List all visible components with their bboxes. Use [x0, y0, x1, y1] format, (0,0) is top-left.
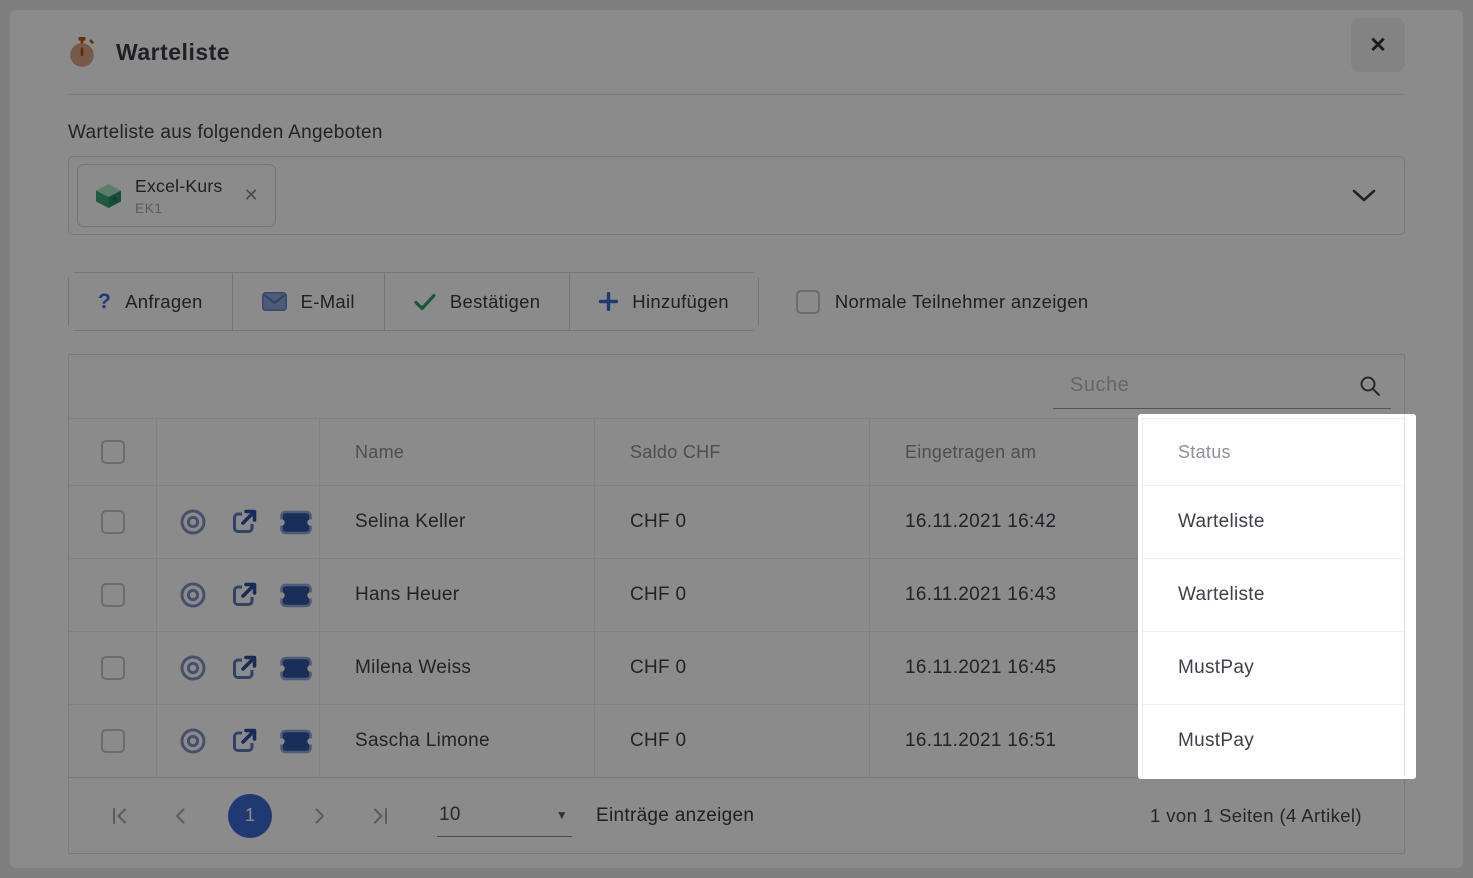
target-icon[interactable]	[178, 507, 208, 537]
search-icon[interactable]	[1359, 375, 1381, 397]
column-header-saldo: Saldo CHF	[594, 419, 869, 485]
envelope-icon	[262, 292, 287, 311]
dialog-title: Warteliste	[116, 39, 230, 66]
page-size-select[interactable]: 10 ▼	[437, 795, 572, 837]
row-checkbox[interactable]	[101, 656, 125, 680]
waitlist-table: Name Saldo CHF Eingetragen am Status Sel…	[68, 354, 1405, 854]
checkbox-box[interactable]	[796, 290, 820, 314]
cell-entered: 16.11.2021 16:51	[869, 705, 1142, 777]
target-icon[interactable]	[178, 580, 208, 610]
search-row	[69, 355, 1404, 418]
ticket-icon[interactable]	[280, 656, 312, 681]
pagination-summary: 1 von 1 Seiten (4 Artikel)	[1150, 805, 1362, 827]
email-button[interactable]: E-Mail	[232, 273, 384, 330]
chip-remove-icon[interactable]: ✕	[244, 185, 259, 206]
stopwatch-icon	[68, 37, 96, 68]
anfragen-button[interactable]: ? Anfragen	[69, 273, 232, 330]
open-external-icon[interactable]	[229, 507, 259, 537]
cell-status: Warteliste	[1142, 486, 1419, 558]
select-all-checkbox[interactable]	[101, 440, 125, 464]
table-row: Sascha Limone CHF 0 16.11.2021 16:51 Mus…	[69, 704, 1404, 777]
search-field[interactable]	[1053, 363, 1391, 409]
cell-entered: 16.11.2021 16:43	[869, 559, 1142, 631]
open-external-icon[interactable]	[229, 653, 259, 683]
ticket-icon[interactable]	[280, 729, 312, 754]
row-checkbox[interactable]	[101, 583, 125, 607]
ticket-icon[interactable]	[280, 510, 312, 535]
open-external-icon[interactable]	[229, 726, 259, 756]
table-row: Selina Keller CHF 0 16.11.2021 16:42 War…	[69, 485, 1404, 558]
next-page-icon[interactable]	[314, 807, 326, 825]
toolbar: ? Anfragen E-Mail Bestätigen	[68, 272, 1405, 331]
cell-saldo: CHF 0	[594, 486, 869, 558]
package-icon	[95, 183, 122, 209]
offer-chip[interactable]: Excel-Kurs EK1 ✕	[77, 164, 276, 227]
cell-name: Milena Weiss	[319, 632, 594, 704]
offers-section-label: Warteliste aus folgenden Angeboten	[68, 122, 1405, 144]
table-header-row: Name Saldo CHF Eingetragen am Status	[69, 418, 1404, 485]
close-button[interactable]: ✕	[1351, 18, 1405, 72]
pagination-bar: 1 10 ▼ Einträge anzeigen 1 von 1 Seiten …	[69, 777, 1404, 853]
question-icon: ?	[98, 290, 111, 314]
current-page-button[interactable]: 1	[228, 794, 272, 838]
row-checkbox[interactable]	[101, 729, 125, 753]
cell-status: Warteliste	[1142, 559, 1419, 631]
ticket-icon[interactable]	[280, 583, 312, 608]
target-icon[interactable]	[178, 726, 208, 756]
cell-name: Sascha Limone	[319, 705, 594, 777]
page-size-label: Einträge anzeigen	[596, 805, 754, 827]
search-input[interactable]	[1053, 374, 1359, 397]
target-icon[interactable]	[178, 653, 208, 683]
table-row: Hans Heuer CHF 0 16.11.2021 16:43 Wartel…	[69, 558, 1404, 631]
show-normal-participants-checkbox[interactable]: Normale Teilnehmer anzeigen	[796, 290, 1089, 314]
last-page-icon[interactable]	[371, 807, 389, 825]
actions-column-header	[156, 419, 319, 485]
open-external-icon[interactable]	[229, 580, 259, 610]
cell-saldo: CHF 0	[594, 705, 869, 777]
warteliste-dialog: Warteliste ✕ Warteliste aus folgenden An…	[10, 10, 1463, 868]
action-button-group: ? Anfragen E-Mail Bestätigen	[68, 272, 759, 331]
page-size-value: 10	[439, 804, 461, 826]
column-header-name: Name	[319, 419, 594, 485]
table-row: Milena Weiss CHF 0 16.11.2021 16:45 Must…	[69, 631, 1404, 704]
cell-status: MustPay	[1142, 632, 1419, 704]
check-icon	[414, 293, 436, 311]
first-page-icon[interactable]	[111, 807, 129, 825]
dialog-header: Warteliste ✕	[68, 10, 1405, 95]
offers-select[interactable]: Excel-Kurs EK1 ✕	[68, 156, 1405, 235]
cell-saldo: CHF 0	[594, 559, 869, 631]
close-icon: ✕	[1369, 33, 1387, 58]
cell-entered: 16.11.2021 16:42	[869, 486, 1142, 558]
column-header-eingetragen: Eingetragen am	[869, 419, 1142, 485]
caret-down-icon: ▼	[556, 808, 568, 822]
cell-status: MustPay	[1142, 705, 1419, 777]
bestaetigen-button[interactable]: Bestätigen	[384, 273, 569, 330]
cell-saldo: CHF 0	[594, 632, 869, 704]
offer-chip-title: Excel-Kurs	[135, 176, 223, 197]
plus-icon	[599, 292, 618, 311]
cell-name: Hans Heuer	[319, 559, 594, 631]
chevron-down-icon	[1352, 189, 1376, 202]
cell-name: Selina Keller	[319, 486, 594, 558]
cell-entered: 16.11.2021 16:45	[869, 632, 1142, 704]
hinzufuegen-button[interactable]: Hinzufügen	[569, 273, 758, 330]
row-checkbox[interactable]	[101, 510, 125, 534]
previous-page-icon[interactable]	[174, 807, 186, 825]
checkbox-label: Normale Teilnehmer anzeigen	[835, 291, 1089, 313]
offer-chip-code: EK1	[135, 200, 223, 216]
column-header-status: Status	[1142, 419, 1419, 485]
